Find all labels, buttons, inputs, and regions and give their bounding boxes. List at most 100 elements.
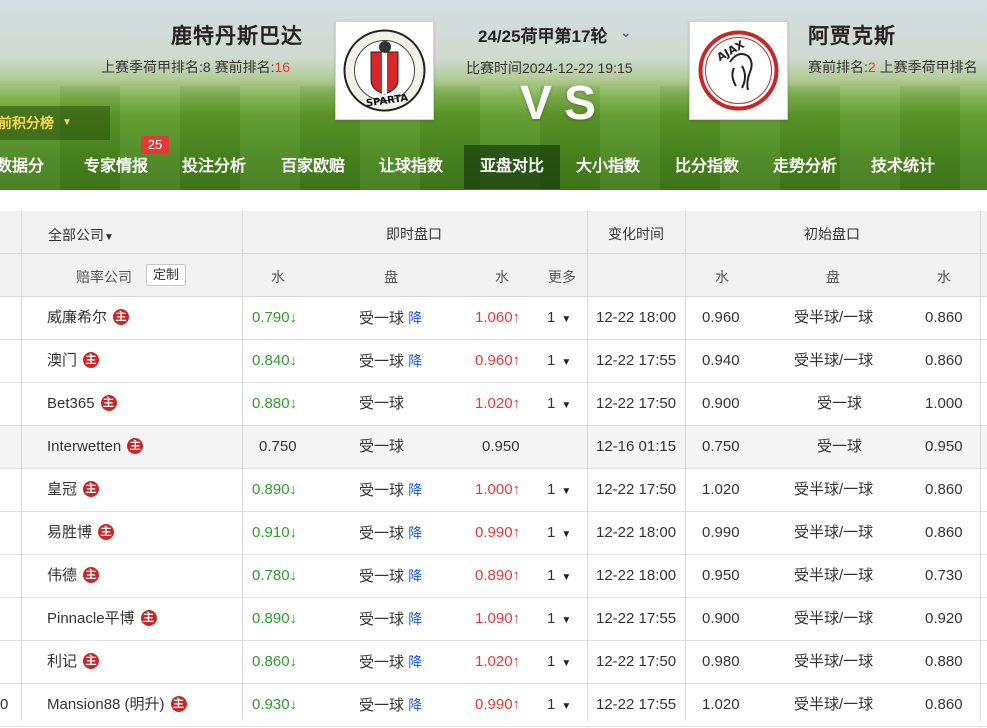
live-away-water[interactable]: 0.890↑ xyxy=(475,555,520,597)
live-home-water[interactable]: 0.840↓ xyxy=(252,340,297,382)
live-handicap[interactable]: 受一球 xyxy=(359,383,404,425)
live-away-water[interactable]: 1.000↑ xyxy=(475,469,520,511)
company-name[interactable]: 伟德主 xyxy=(47,555,100,597)
table-row[interactable]: 伟德主 0.780↓ 受一球 降 0.890↑ 1 ▼ 12-22 18:00 0.950 受半… xyxy=(0,555,987,598)
initial-handicap: 受半球/一球 xyxy=(794,696,874,713)
initial-water-away-header: 水 xyxy=(937,269,951,285)
live-handicap[interactable]: 受一球 降 xyxy=(359,684,422,726)
live-handicap[interactable]: 受一球 降 xyxy=(359,555,422,597)
company-name[interactable]: Pinnacle平博主 xyxy=(47,598,157,640)
chevron-down-icon[interactable]: ⌄ xyxy=(620,24,632,41)
tab-asian-handicap-compare[interactable]: 亚盘对比 xyxy=(464,145,560,189)
company-name[interactable]: Interwetten 主 xyxy=(47,426,144,468)
company-label: 澳门 xyxy=(47,352,78,369)
live-handicap[interactable]: 受一球 降 xyxy=(359,469,422,511)
caret-down-icon: ▼ xyxy=(561,572,572,583)
tab-score-index[interactable]: 比分指数 xyxy=(675,145,747,189)
live-handicap[interactable]: 受一球 降 xyxy=(359,641,422,683)
table-row[interactable]: 威廉希尔主 0.790↓ 受一球 降 1.060↑ 1 ▼ 12-22 18:00 0.960… xyxy=(0,297,987,340)
live-handicap[interactable]: 受一球 降 xyxy=(359,340,422,382)
home-team-logo[interactable]: SPARTA xyxy=(335,21,434,120)
handicap-change-tag: 降 xyxy=(408,353,423,369)
company-name[interactable]: 澳门主 xyxy=(47,340,100,382)
more-dropdown[interactable]: 1 ▼ xyxy=(547,469,571,511)
more-dropdown[interactable]: 1 ▼ xyxy=(547,383,571,425)
live-home-water[interactable]: 0.890↓ xyxy=(252,469,297,511)
table-row[interactable]: 皇冠主 0.890↓ 受一球 降 1.000↑ 1 ▼ 12-22 17:50 1.020 受半… xyxy=(0,469,987,512)
initial-away-water: 0.860 xyxy=(925,524,963,541)
more-dropdown[interactable]: 1 ▼ xyxy=(547,340,571,382)
live-handicap[interactable]: 受一球 降 xyxy=(359,297,422,339)
away-meta-suffix: 上赛季荷甲排名 xyxy=(875,59,978,75)
away-team-name[interactable]: 阿贾克斯 xyxy=(808,20,896,50)
table-row[interactable]: 易胜博主 0.910↓ 受一球 降 0.990↑ 1 ▼ 12-22 18:00 0.990 受… xyxy=(0,512,987,555)
home-water-value: 0.780 xyxy=(252,567,290,584)
live-handicap[interactable]: 受一球 降 xyxy=(359,512,422,554)
tab-european-odds[interactable]: 百家欧赔 xyxy=(281,145,353,189)
tab-label: 让球指数 xyxy=(379,158,444,175)
company-name[interactable]: Mansion88 (明升) 主 xyxy=(47,684,187,726)
home-team-name[interactable]: 鹿特丹斯巴达 xyxy=(171,20,303,50)
live-away-water[interactable]: 1.020↑ xyxy=(475,641,520,683)
more-dropdown[interactable]: 1 ▼ xyxy=(547,598,571,640)
live-handicap[interactable]: 受一球 xyxy=(359,426,404,468)
initial-handicap: 受半球/一球 xyxy=(794,653,874,670)
live-home-water[interactable]: 0.790↓ xyxy=(252,297,297,339)
initial-odds-header: 初始盘口 xyxy=(804,226,860,242)
company-name[interactable]: 易胜博主 xyxy=(47,512,115,554)
company-name[interactable]: Bet365 主 xyxy=(47,383,117,425)
arrow-down-icon: ↓ xyxy=(289,309,298,326)
customize-button[interactable]: 定制 xyxy=(146,264,187,286)
more-dropdown[interactable]: 1 ▼ xyxy=(547,641,571,683)
tab-expert-intel[interactable]: 专家情报 xyxy=(84,145,156,189)
table-row[interactable]: Interwetten 主 0.750 受一球 0.950 12-16 01:15 0.75… xyxy=(0,426,987,469)
live-home-water[interactable]: 0.860↓ xyxy=(252,641,297,683)
live-away-water[interactable]: 0.950 xyxy=(482,426,520,468)
tab-over-under-index[interactable]: 大小指数 xyxy=(576,145,648,189)
more-dropdown[interactable]: 1 ▼ xyxy=(547,684,571,726)
standings-dropdown[interactable]: 前积分榜 ▼ xyxy=(0,106,110,140)
handicap-value: 受一球 xyxy=(359,310,405,327)
live-away-water[interactable]: 0.960↑ xyxy=(475,340,520,382)
live-home-water[interactable]: 0.890↓ xyxy=(252,598,297,640)
live-home-water[interactable]: 0.750 xyxy=(259,426,297,468)
sparta-crest-icon: SPARTA xyxy=(343,29,426,112)
live-away-water[interactable]: 1.090↑ xyxy=(475,598,520,640)
away-team-logo[interactable]: AJAX xyxy=(689,21,788,120)
company-filter-label: 全部公司 xyxy=(48,227,104,243)
live-away-water[interactable]: 1.020↑ xyxy=(475,383,520,425)
company-name[interactable]: 皇冠主 xyxy=(47,469,100,511)
initial-home-water: 0.900 xyxy=(702,610,740,627)
tab-label: 技术统计 xyxy=(871,158,936,175)
company-name[interactable]: 威廉希尔主 xyxy=(47,297,130,339)
handicap-value: 受一球 xyxy=(359,353,405,370)
tab-trend-analysis[interactable]: 走势分析 xyxy=(773,145,845,189)
table-row[interactable]: 澳门主 0.840↓ 受一球 降 0.960↑ 1 ▼ 12-22 17:55 0.940 受半… xyxy=(0,340,987,383)
table-row[interactable]: 利记主 0.860↓ 受一球 降 1.020↑ 1 ▼ 12-22 17:50 0.980 受半… xyxy=(0,641,987,684)
live-home-water[interactable]: 0.910↓ xyxy=(252,512,297,554)
round-title[interactable]: 24/25荷甲第17轮 xyxy=(478,22,607,47)
more-dropdown[interactable]: 1 ▼ xyxy=(547,297,571,339)
handicap-value: 受一球 xyxy=(359,395,405,412)
tab-handicap-index[interactable]: 让球指数 xyxy=(379,145,451,189)
live-home-water[interactable]: 0.880↓ xyxy=(252,383,297,425)
tab-data-analysis[interactable]: 数据分析 xyxy=(0,145,58,189)
live-away-water[interactable]: 1.060↑ xyxy=(475,297,520,339)
table-row[interactable]: Pinnacle平博主 0.890↓ 受一球 降 1.090↑ 1 ▼ 12-22 17:5… xyxy=(0,598,987,641)
live-handicap[interactable]: 受一球 降 xyxy=(359,598,422,640)
live-away-water[interactable]: 0.990↑ xyxy=(475,512,520,554)
caret-down-icon: ▼ xyxy=(561,314,572,325)
tab-tech-stats[interactable]: 技术统计 xyxy=(871,145,943,189)
tab-betting-analysis[interactable]: 投注分析 xyxy=(182,145,254,189)
live-home-water[interactable]: 0.780↓ xyxy=(252,555,297,597)
live-away-water[interactable]: 0.990↑ xyxy=(475,684,520,726)
more-dropdown[interactable]: 1 ▼ xyxy=(547,555,571,597)
company-name[interactable]: 利记主 xyxy=(47,641,100,683)
live-home-water[interactable]: 0.930↓ xyxy=(252,684,297,726)
away-water-value: 0.890 xyxy=(475,567,513,584)
host-badge-icon: 主 xyxy=(98,524,115,541)
company-filter-dropdown[interactable]: 全部公司▼ xyxy=(48,225,114,245)
more-dropdown[interactable]: 1 ▼ xyxy=(547,512,571,554)
table-row[interactable]: Bet365 主 0.880↓ 受一球 1.020↑ 1 ▼ 12-22 17:50 0.900… xyxy=(0,383,987,426)
caret-down-icon: ▼ xyxy=(561,658,572,669)
